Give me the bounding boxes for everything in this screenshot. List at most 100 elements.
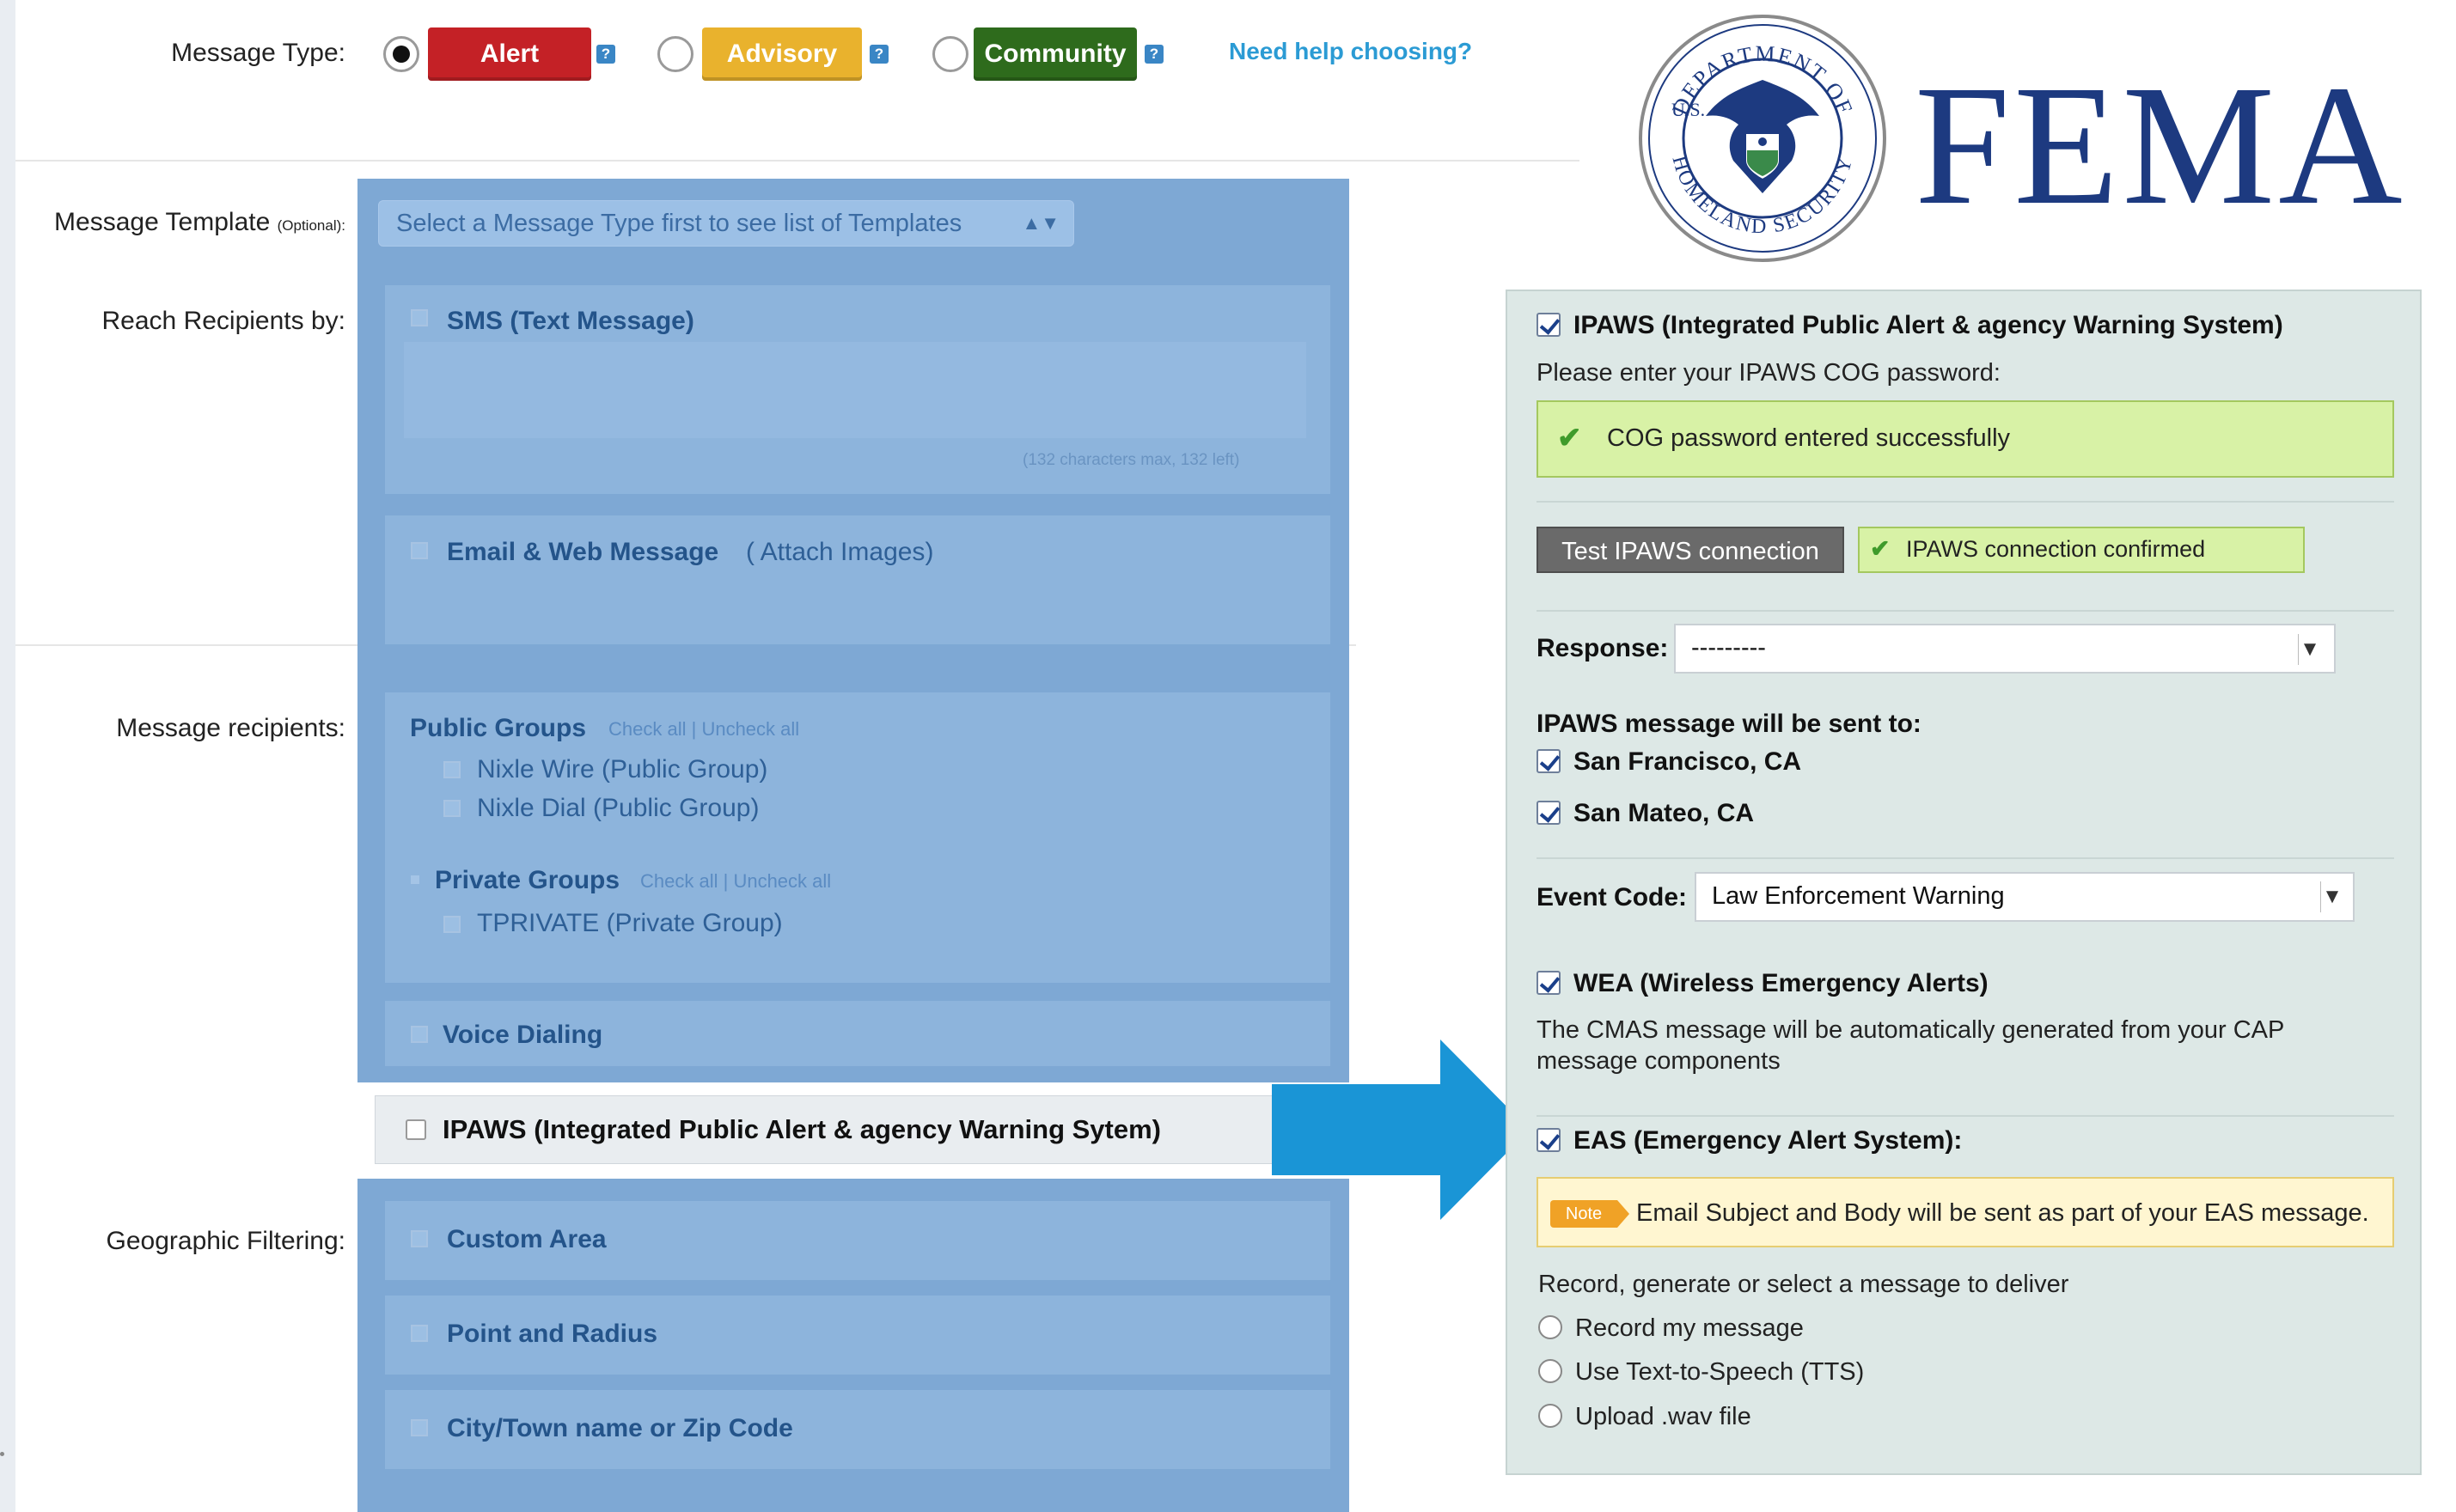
- upload-wav-label: Upload .wav file: [1575, 1403, 1751, 1430]
- advisory-help-icon[interactable]: ?: [870, 45, 889, 64]
- public-uncheck-all-link[interactable]: Uncheck all: [701, 718, 799, 740]
- alert-radio[interactable]: [383, 36, 419, 72]
- event-code-select[interactable]: Law Enforcement Warning: [1695, 872, 2355, 922]
- geographic-filtering-label: Geographic Filtering:: [106, 1227, 345, 1255]
- wea-description-line2: message components: [1537, 1047, 1781, 1075]
- dhs-seal-logo: DEPARTMENT OF HOMELAND SECURITY U.S.: [1639, 15, 1886, 262]
- event-code-select-value: Law Enforcement Warning: [1712, 882, 2005, 910]
- email-label: Email & Web Message: [447, 538, 719, 566]
- public-check-all-link[interactable]: Check all: [608, 718, 686, 740]
- ipaws-checkbox[interactable]: [406, 1119, 426, 1140]
- attach-images-option[interactable]: ( Attach Images): [746, 538, 933, 567]
- template-select[interactable]: Select a Message Type first to see list …: [378, 200, 1074, 247]
- event-code-label: Event Code:: [1537, 883, 1688, 911]
- eas-checkbox[interactable]: [1537, 1128, 1561, 1152]
- response-select[interactable]: ---------: [1674, 624, 2336, 674]
- template-select-value: Select a Message Type first to see list …: [396, 210, 962, 237]
- connection-confirmed-text: IPAWS connection confirmed: [1906, 536, 2206, 562]
- upload-wav-radio[interactable]: [1538, 1404, 1562, 1428]
- message-template-label-text: Message Template: [54, 208, 271, 236]
- private-link-separator: |: [723, 870, 729, 892]
- community-type-button[interactable]: Community: [974, 27, 1137, 81]
- sms-textarea[interactable]: [404, 342, 1306, 438]
- nixle-dial-checkbox[interactable]: [443, 800, 461, 817]
- connection-check-icon: ✔: [1870, 535, 1891, 562]
- public-check-links: Check all | Uncheck all: [608, 718, 799, 741]
- private-check-all-link[interactable]: Check all: [640, 870, 718, 892]
- sms-checkbox[interactable]: [411, 309, 428, 326]
- response-label: Response:: [1537, 634, 1669, 662]
- public-groups-label: Public Groups: [410, 714, 587, 742]
- city-zip-label: City/Town name or Zip Code: [447, 1414, 793, 1442]
- test-ipaws-connection-button[interactable]: Test IPAWS connection: [1537, 527, 1844, 573]
- message-type-label: Message Type:: [171, 39, 345, 67]
- response-dropdown-icon[interactable]: ▼: [2298, 634, 2321, 665]
- alert-help-icon[interactable]: ?: [596, 45, 615, 64]
- top-divider: [15, 160, 1579, 162]
- left-dot: [0, 1452, 4, 1456]
- message-template-optional: (Optional):: [277, 217, 345, 234]
- cog-success-text: COG password entered successfully: [1607, 424, 2011, 452]
- message-template-label: Message Template (Optional):: [17, 208, 345, 237]
- left-background-stripe: [0, 0, 15, 1512]
- public-link-separator: |: [691, 718, 697, 740]
- panel-separator: [1537, 1115, 2394, 1117]
- voice-label: Voice Dialing: [443, 1021, 603, 1049]
- san-francisco-label: San Francisco, CA: [1573, 747, 1802, 776]
- wea-checkbox[interactable]: [1537, 971, 1561, 995]
- private-check-links: Check all | Uncheck all: [640, 870, 831, 893]
- ipaws-panel-title: IPAWS (Integrated Public Alert & agency …: [1573, 311, 2283, 339]
- cog-success-check-icon: ✔: [1557, 422, 1582, 454]
- advisory-type-button[interactable]: Advisory: [702, 27, 862, 81]
- fema-wordmark: FEMA: [1915, 51, 2406, 241]
- panel-separator: [1537, 610, 2394, 612]
- record-message-radio[interactable]: [1538, 1315, 1562, 1339]
- reach-recipients-label: Reach Recipients by:: [101, 307, 345, 335]
- tprivate-label: TPRIVATE (Private Group): [477, 909, 783, 937]
- custom-area-checkbox[interactable]: [411, 1230, 428, 1247]
- san-francisco-checkbox[interactable]: [1537, 749, 1561, 773]
- note-badge-tip: [1617, 1200, 1629, 1228]
- nixle-wire-label: Nixle Wire (Public Group): [477, 755, 768, 783]
- record-message-label: Record my message: [1575, 1314, 1804, 1342]
- private-uncheck-all-link[interactable]: Uncheck all: [733, 870, 831, 892]
- community-help-icon[interactable]: ?: [1145, 45, 1164, 64]
- san-mateo-label: San Mateo, CA: [1573, 799, 1755, 827]
- tprivate-checkbox[interactable]: [443, 916, 461, 933]
- community-radio[interactable]: [932, 36, 968, 72]
- city-zip-checkbox[interactable]: [411, 1419, 428, 1436]
- seal-us-text: U.S.: [1671, 99, 1705, 120]
- point-radius-checkbox[interactable]: [411, 1325, 428, 1342]
- voice-checkbox[interactable]: [411, 1026, 428, 1043]
- attach-images-label: Attach Images: [760, 538, 926, 566]
- cog-password-prompt: Please enter your IPAWS COG password:: [1537, 359, 2001, 387]
- select-updown-icon: ▲▼: [1022, 212, 1060, 234]
- email-checkbox[interactable]: [411, 542, 428, 559]
- custom-area-label: Custom Area: [447, 1225, 607, 1253]
- wea-label: WEA (Wireless Emergency Alerts): [1573, 969, 1989, 997]
- eas-note-text: Email Subject and Body will be sent as p…: [1636, 1199, 2369, 1227]
- ipaws-option-label: IPAWS (Integrated Public Alert & agency …: [443, 1114, 1161, 1144]
- point-radius-label: Point and Radius: [447, 1320, 658, 1348]
- tts-radio[interactable]: [1538, 1359, 1562, 1383]
- sent-to-label: IPAWS message will be sent to:: [1537, 710, 1921, 738]
- right-arrow-icon: [1272, 1040, 1530, 1220]
- advisory-radio[interactable]: [657, 36, 693, 72]
- alert-type-button[interactable]: Alert: [428, 27, 591, 81]
- message-recipients-label: Message recipients:: [116, 714, 345, 742]
- panel-separator: [1537, 857, 2394, 859]
- panel-separator: [1537, 501, 2394, 503]
- sms-character-count: (132 characters max, 132 left): [1023, 451, 1240, 469]
- san-mateo-checkbox[interactable]: [1537, 801, 1561, 825]
- private-bullet-icon: [411, 875, 419, 884]
- private-groups-label: Private Groups: [435, 866, 620, 894]
- email-section: [385, 515, 1330, 644]
- need-help-link[interactable]: Need help choosing?: [1229, 38, 1472, 65]
- nixle-wire-checkbox[interactable]: [443, 761, 461, 778]
- tts-label: Use Text-to-Speech (TTS): [1575, 1358, 1865, 1386]
- nixle-dial-label: Nixle Dial (Public Group): [477, 794, 760, 822]
- sms-label: SMS (Text Message): [447, 307, 694, 335]
- note-badge: Note: [1550, 1200, 1617, 1228]
- ipaws-panel-checkbox[interactable]: [1537, 313, 1561, 337]
- event-code-dropdown-icon[interactable]: ▼: [2320, 881, 2343, 912]
